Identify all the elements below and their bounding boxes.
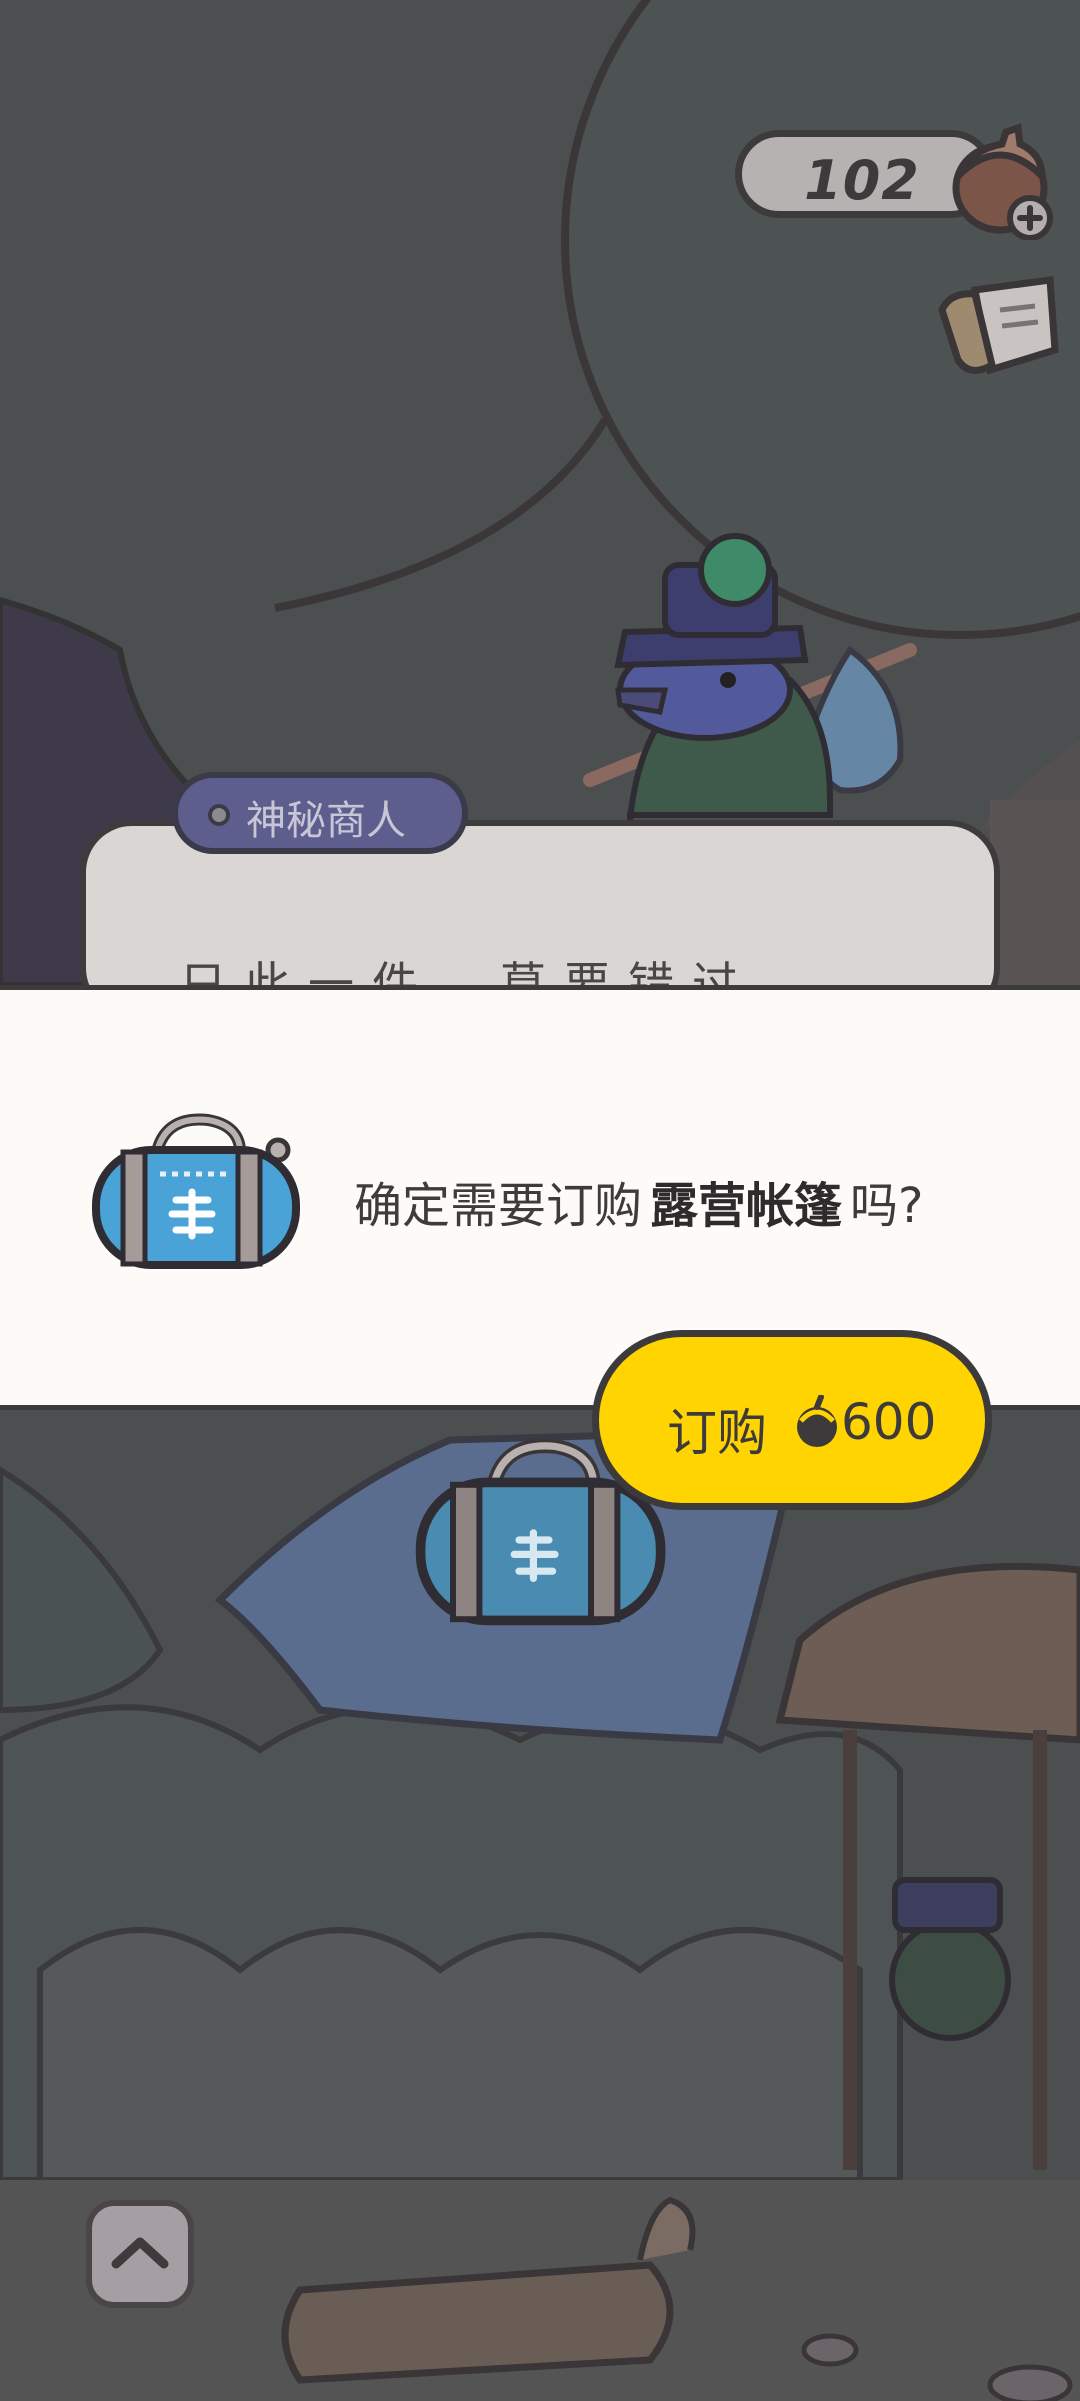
merchant-name: 神秘商人	[246, 798, 406, 844]
expand-up-button[interactable]	[86, 2200, 194, 2308]
acorn-add-icon[interactable]	[940, 110, 1060, 240]
confirm-question: 确定需要订购 露营帐篷 吗?	[354, 1166, 924, 1236]
confirm-suffix: 吗?	[850, 1178, 924, 1234]
acorn-count: 102	[804, 149, 920, 212]
confirm-prefix: 确定需要订购	[354, 1178, 643, 1234]
merchant-tag-dot	[208, 804, 230, 826]
buy-button[interactable]: 订购 600	[592, 1330, 992, 1510]
confirm-item-name: 露营帐篷	[650, 1178, 843, 1234]
chevron-up-icon	[111, 2237, 169, 2269]
duffel-bag-icon	[92, 1113, 300, 1269]
merchant-name-tag: 神秘商人	[172, 772, 468, 854]
buy-price: 600	[841, 1393, 937, 1451]
buy-button-label: 订购	[667, 1404, 767, 1462]
acorn-icon	[797, 1395, 837, 1447]
scroll-menu-icon[interactable]	[930, 270, 1060, 390]
